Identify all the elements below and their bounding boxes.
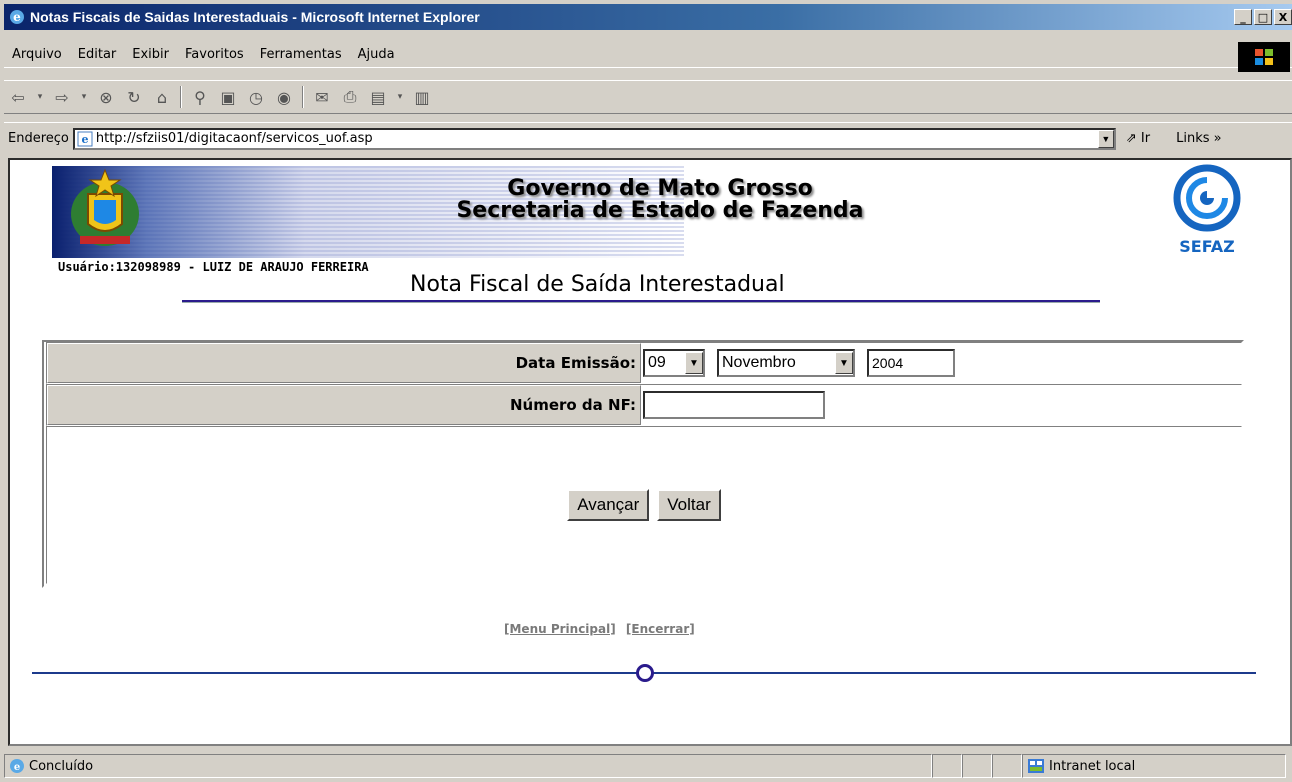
history-icon[interactable]: ◷ bbox=[245, 86, 267, 108]
forward-dropdown-icon[interactable]: ▾ bbox=[79, 86, 89, 108]
status-pane-empty bbox=[932, 754, 962, 778]
svg-text:e: e bbox=[14, 762, 20, 773]
favorites-icon[interactable]: ▣ bbox=[217, 86, 239, 108]
discuss-icon[interactable]: ▥ bbox=[411, 86, 433, 108]
svg-text:e: e bbox=[81, 133, 88, 146]
data-emissao-label: Data Emissão: bbox=[47, 343, 641, 383]
page-icon: e bbox=[77, 131, 93, 146]
gov-title: Governo de Mato Grosso Secretaria de Est… bbox=[390, 178, 930, 222]
mail-icon[interactable]: ✉ bbox=[311, 86, 333, 108]
window-title: Notas Fiscais de Saidas Interestaduais -… bbox=[30, 9, 480, 25]
stop-icon[interactable]: ⊗ bbox=[95, 86, 117, 108]
menu-principal-link[interactable]: [Menu Principal] bbox=[504, 622, 616, 636]
year-value: 2004 bbox=[872, 355, 904, 371]
menu-ferramentas[interactable]: Ferramentas bbox=[252, 47, 350, 62]
maximize-button[interactable]: □ bbox=[1254, 9, 1272, 25]
menu-exibir[interactable]: Exibir bbox=[124, 47, 177, 62]
menu-bar: Arquivo Editar Exibir Favoritos Ferramen… bbox=[4, 42, 1292, 72]
actions-row: Avançar Voltar bbox=[46, 426, 1242, 584]
title-bar: e Notas Fiscais de Saidas Interestaduais… bbox=[4, 4, 1292, 30]
media-icon[interactable]: ◉ bbox=[273, 86, 295, 108]
day-select[interactable]: 09 ▼ bbox=[643, 349, 705, 377]
nf-form: Data Emissão: 09 ▼ Novembro ▼ 2004 Númer… bbox=[42, 340, 1244, 588]
numero-nf-row: Número da NF: bbox=[46, 384, 1242, 426]
browser-window: e Notas Fiscais de Saidas Interestaduais… bbox=[0, 0, 1292, 782]
user-info: Usuário:132098989 - LUIZ DE ARAUJO FERRE… bbox=[58, 260, 369, 274]
close-button[interactable]: X bbox=[1274, 9, 1292, 25]
toolbar-separator bbox=[302, 86, 304, 108]
voltar-button[interactable]: Voltar bbox=[657, 489, 721, 521]
refresh-icon[interactable]: ↻ bbox=[123, 86, 145, 108]
sefaz-logo: SEFAZ bbox=[1168, 164, 1247, 258]
address-dropdown-icon[interactable]: ▼ bbox=[1097, 129, 1114, 148]
back-dropdown-icon[interactable]: ▾ bbox=[35, 86, 45, 108]
numero-nf-label: Número da NF: bbox=[47, 385, 641, 425]
zone-text: Intranet local bbox=[1049, 758, 1136, 774]
heading-divider bbox=[182, 300, 1100, 303]
intranet-icon bbox=[1028, 759, 1044, 773]
footer-links: [Menu Principal] [Encerrar] bbox=[504, 622, 701, 636]
toolbar: ⇦ ▾ ⇨ ▾ ⊗ ↻ ⌂ ⚲ ▣ ◷ ◉ ✉ ⎙ ▤ ▾ ▥ bbox=[4, 80, 1292, 114]
chevron-down-icon[interactable]: ▼ bbox=[835, 352, 853, 374]
page-title: Nota Fiscal de Saída Interestadual bbox=[410, 272, 785, 297]
search-icon[interactable]: ⚲ bbox=[189, 86, 211, 108]
status-text: Concluído bbox=[29, 758, 94, 774]
sefaz-label: SEFAZ bbox=[1179, 237, 1235, 256]
day-value: 09 bbox=[648, 354, 666, 371]
print-icon[interactable]: ⎙ bbox=[339, 86, 361, 108]
address-label: Endereço bbox=[8, 131, 69, 146]
edit-dropdown-icon[interactable]: ▾ bbox=[395, 86, 405, 108]
menu-favoritos[interactable]: Favoritos bbox=[177, 47, 252, 62]
home-icon[interactable]: ⌂ bbox=[151, 86, 173, 108]
go-button[interactable]: ⇗ Ir bbox=[1126, 131, 1150, 146]
svg-text:e: e bbox=[13, 10, 21, 24]
toolbar-separator bbox=[180, 86, 182, 108]
back-icon[interactable]: ⇦ bbox=[7, 86, 29, 108]
windows-logo-icon bbox=[1238, 42, 1290, 72]
status-pane-empty bbox=[962, 754, 992, 778]
minimize-button[interactable]: _ bbox=[1234, 9, 1252, 25]
chevron-down-icon[interactable]: ▼ bbox=[685, 352, 703, 374]
edit-icon[interactable]: ▤ bbox=[367, 86, 389, 108]
ie-app-icon: e bbox=[10, 10, 24, 24]
address-url: http://sfziis01/digitacaonf/servicos_uof… bbox=[95, 131, 373, 146]
go-arrow-icon: ⇗ bbox=[1125, 131, 1137, 146]
status-pane-empty bbox=[992, 754, 1022, 778]
menu-ajuda[interactable]: Ajuda bbox=[350, 47, 403, 62]
data-emissao-row: Data Emissão: 09 ▼ Novembro ▼ 2004 bbox=[46, 342, 1242, 384]
encerrar-link[interactable]: [Encerrar] bbox=[626, 622, 695, 636]
gov-line1: Governo de Mato Grosso bbox=[507, 176, 813, 201]
forward-icon[interactable]: ⇨ bbox=[51, 86, 73, 108]
links-button[interactable]: Links » bbox=[1176, 131, 1221, 146]
sefaz-spiral-icon bbox=[1173, 164, 1247, 232]
status-pane: e Concluído bbox=[4, 754, 932, 778]
page-content: Governo de Mato Grosso Secretaria de Est… bbox=[8, 158, 1292, 746]
address-input[interactable]: e http://sfziis01/digitacaonf/servicos_u… bbox=[72, 127, 1116, 150]
zone-pane: Intranet local bbox=[1022, 754, 1286, 778]
month-select[interactable]: Novembro ▼ bbox=[717, 349, 855, 377]
status-bar: e Concluído Intranet local bbox=[4, 752, 1292, 780]
divider-ornament-icon bbox=[636, 664, 654, 682]
gov-line2: Secretaria de Estado de Fazenda bbox=[456, 198, 864, 223]
numero-nf-input[interactable] bbox=[643, 391, 825, 419]
page-done-icon: e bbox=[10, 759, 24, 773]
menu-arquivo[interactable]: Arquivo bbox=[4, 47, 70, 62]
address-bar: Endereço e http://sfziis01/digitacaonf/s… bbox=[4, 122, 1292, 154]
go-label: Ir bbox=[1140, 131, 1151, 146]
menu-editar[interactable]: Editar bbox=[70, 47, 125, 62]
month-value: Novembro bbox=[722, 354, 796, 371]
year-input[interactable]: 2004 bbox=[867, 349, 955, 377]
coat-of-arms-icon bbox=[71, 168, 139, 246]
avancar-button[interactable]: Avançar bbox=[567, 489, 650, 521]
